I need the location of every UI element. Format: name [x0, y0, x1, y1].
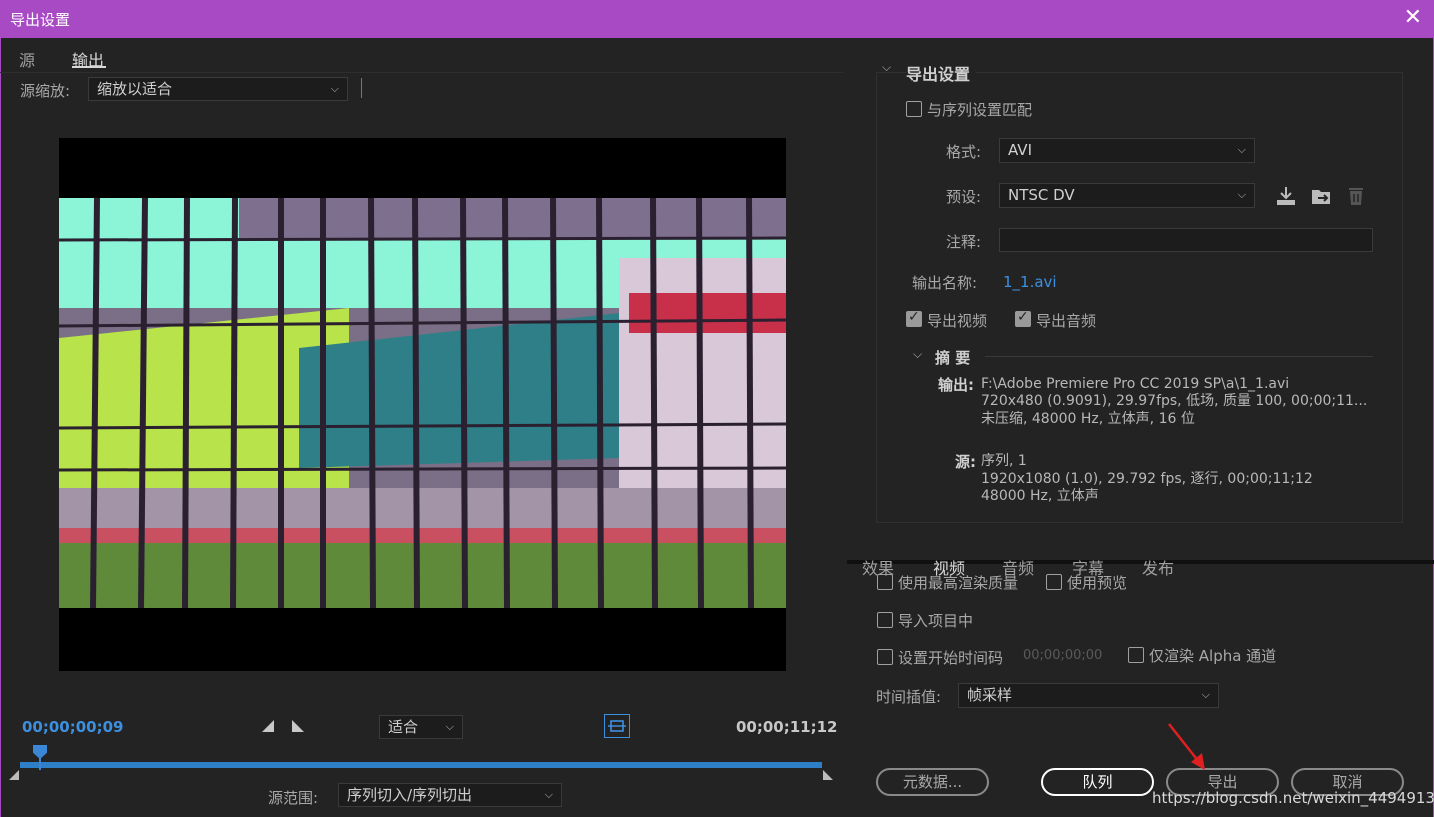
- preset-dropdown[interactable]: NTSC DV ⌵: [999, 183, 1255, 208]
- max-render-quality-label: 使用最高渲染质量: [898, 574, 1019, 592]
- mark-out-icon[interactable]: [292, 720, 304, 732]
- format-value: AVI: [1008, 141, 1032, 159]
- set-start-timecode-checkbox[interactable]: [877, 649, 893, 665]
- match-sequence-label: 与序列设置匹配: [927, 101, 1033, 119]
- use-previews-label: 使用预览: [1067, 574, 1128, 592]
- metadata-button[interactable]: 元数据...: [876, 768, 989, 796]
- summary-source-line: 48000 Hz, 立体声: [981, 488, 1099, 504]
- source-scaling-label: 源缩放:: [20, 82, 71, 100]
- save-preset-icon[interactable]: [1275, 185, 1297, 211]
- render-alpha-only-checkbox[interactable]: [1128, 647, 1144, 663]
- import-preset-icon[interactable]: [1310, 185, 1332, 211]
- time-interpolation-value: 帧采样: [967, 686, 1013, 704]
- use-previews-checkbox[interactable]: [1046, 574, 1062, 590]
- chevron-down-icon: ⌵: [330, 82, 339, 95]
- import-into-project-checkbox[interactable]: [877, 612, 893, 628]
- summary-source-line: 序列, 1: [981, 453, 1027, 469]
- export-audio-checkbox[interactable]: [1015, 309, 1031, 327]
- aspect-ratio-correction-icon[interactable]: [604, 714, 630, 738]
- source-range-label: 源范围:: [268, 789, 319, 807]
- preset-value: NTSC DV: [1008, 186, 1075, 204]
- set-start-timecode-label: 设置开始时间码: [898, 649, 1004, 667]
- mark-in-icon[interactable]: [262, 720, 274, 732]
- start-timecode-field: 00;00;00;00: [1023, 648, 1103, 663]
- in-point-handle-icon[interactable]: [9, 770, 19, 780]
- chevron-down-icon: ⌵: [1237, 143, 1246, 156]
- summary-output-label: 输出:: [938, 376, 974, 394]
- close-icon[interactable]: ✕: [1404, 7, 1422, 29]
- max-render-quality-checkbox[interactable]: [877, 574, 893, 590]
- summary-output-line: 720x480 (0.9091), 29.97fps, 低场, 质量 100, …: [981, 393, 1368, 409]
- summary-header: 摘 要: [935, 349, 971, 367]
- annotation-arrow-icon: [1165, 720, 1210, 774]
- summary-source-line: 1920x1080 (1.0), 29.792 fps, 逐行, 00;00;1…: [981, 471, 1313, 487]
- preset-label: 预设:: [946, 188, 982, 206]
- playhead-line: [39, 756, 41, 770]
- output-name-link[interactable]: 1_1.avi: [1003, 273, 1057, 291]
- render-alpha-only-label: 仅渲染 Alpha 通道: [1149, 647, 1277, 665]
- collapse-chevron-icon[interactable]: ⌵: [913, 347, 922, 362]
- video-frame-image: [59, 198, 786, 608]
- time-interpolation-dropdown[interactable]: 帧采样 ⌵: [958, 683, 1219, 708]
- format-dropdown[interactable]: AVI ⌵: [999, 138, 1255, 163]
- export-video-label: 导出视频: [927, 312, 988, 330]
- divider: [985, 356, 1373, 357]
- export-settings-header: 导出设置: [906, 61, 977, 85]
- chevron-down-icon: ⌵: [544, 788, 553, 801]
- title-bar: [0, 0, 1434, 38]
- delete-preset-icon[interactable]: [1346, 185, 1366, 211]
- import-into-project-label: 导入项目中: [898, 612, 974, 630]
- divider: [0, 72, 843, 73]
- chevron-down-icon: ⌵: [1237, 188, 1246, 201]
- source-range-value: 序列切入/序列切出: [347, 786, 473, 804]
- export-video-checkbox[interactable]: [906, 309, 922, 327]
- chevron-down-icon: ⌵: [445, 720, 454, 733]
- chevron-down-icon: ⌵: [1201, 688, 1210, 701]
- fit-value: 适合: [388, 718, 419, 736]
- divider: [361, 78, 362, 98]
- export-audio-label: 导出音频: [1036, 312, 1097, 330]
- out-point-handle-icon[interactable]: [823, 770, 833, 780]
- format-label: 格式:: [946, 143, 982, 161]
- summary-output-line: 未压缩, 48000 Hz, 立体声, 16 位: [981, 411, 1195, 427]
- match-sequence-checkbox[interactable]: [906, 101, 922, 117]
- summary-source-label: 源:: [955, 453, 976, 471]
- comments-label: 注释:: [946, 233, 982, 251]
- tab-source[interactable]: 源: [19, 47, 35, 71]
- window-title: 导出设置: [10, 11, 71, 29]
- collapse-chevron-icon[interactable]: ⌵: [882, 60, 891, 75]
- time-interpolation-label: 时间插值:: [876, 688, 942, 706]
- tab-publish[interactable]: 发布: [1142, 555, 1174, 579]
- current-timecode[interactable]: 00;00;00;09: [22, 718, 124, 736]
- end-timecode: 00;00;11;12: [736, 718, 838, 736]
- output-name-label: 输出名称:: [912, 274, 978, 292]
- active-tab-indicator: [72, 66, 106, 68]
- comments-input[interactable]: [999, 228, 1373, 252]
- summary-output-line: F:\Adobe Premiere Pro CC 2019 SP\a\1_1.a…: [981, 376, 1290, 392]
- queue-button[interactable]: 队列: [1041, 768, 1154, 796]
- watermark: https://blog.csdn.net/weixin_44949135: [1152, 789, 1434, 807]
- source-range-dropdown[interactable]: 序列切入/序列切出 ⌵: [338, 783, 562, 807]
- source-scaling-value: 缩放以适合: [97, 80, 173, 98]
- timeline-scrubber[interactable]: [20, 762, 822, 768]
- source-scaling-dropdown[interactable]: 缩放以适合 ⌵: [88, 77, 348, 101]
- fit-dropdown[interactable]: 适合 ⌵: [379, 715, 463, 739]
